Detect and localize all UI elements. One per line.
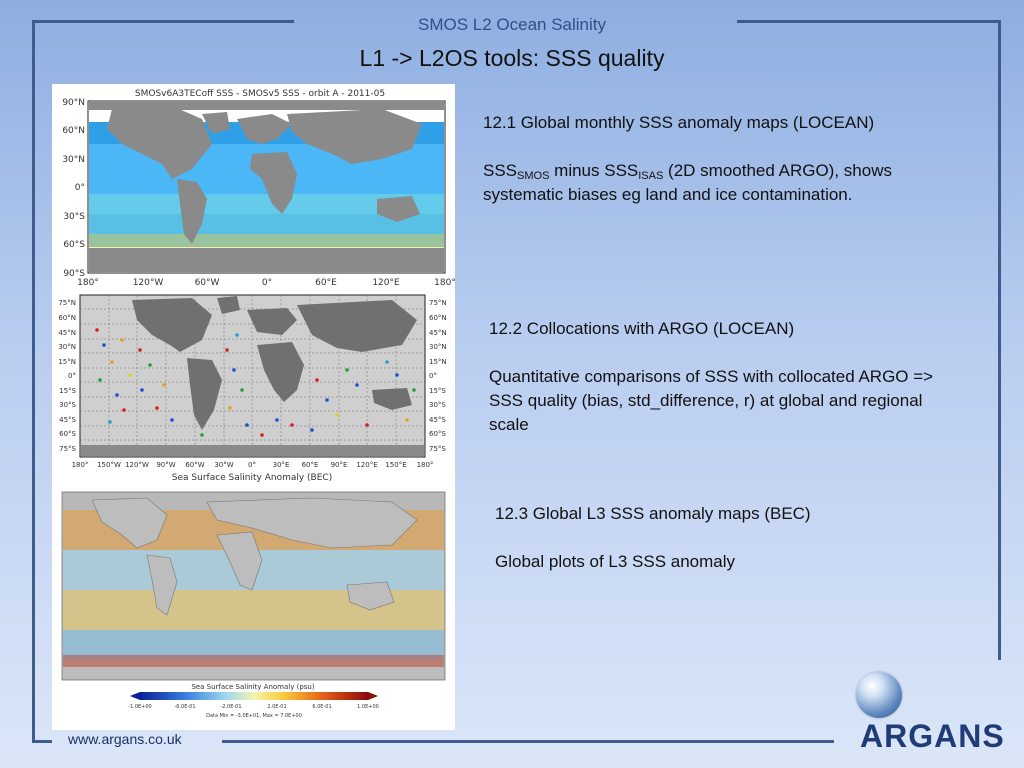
section-12-3-heading: 12.3 Global L3 SSS anomaly maps (BEC)	[495, 504, 811, 523]
map2-caption: Sea Surface Salinity Anomaly (BEC)	[172, 473, 332, 483]
map1-lon-label: 0°	[262, 278, 272, 288]
footer-url-link[interactable]: www.argans.co.uk	[68, 731, 182, 747]
map2-lon-label: 150°E	[385, 461, 406, 469]
map2-lon-label: 150°W	[97, 461, 121, 469]
map2-lon-label: 30°E	[273, 461, 290, 469]
frame-line-bottom-left	[32, 740, 52, 743]
smos-subscript: SMOS	[517, 170, 550, 182]
map2-lat-label-left: 75°N	[58, 299, 76, 307]
l3-sss-anomaly-map-figure: Sea Surface Salinity Anomaly (psu) -1.0E…	[61, 491, 446, 719]
map1-lon-label: 180°	[77, 278, 99, 288]
map2-lat-label-right: 0°	[429, 372, 437, 380]
logo-text: ARGANS	[860, 718, 1005, 754]
sss-label: SSS	[483, 161, 518, 180]
section-12-1: 12.1 Global monthly SSS anomaly maps (LO…	[483, 111, 953, 207]
map3-colorbar-tick: 2.0E-01	[267, 704, 286, 710]
map2-lat-label-left: 30°N	[58, 343, 76, 351]
map1-lat-label: 60°N	[62, 126, 85, 136]
map2-lat-label-left: 60°N	[58, 314, 76, 322]
map3-colorbar-title: Sea Surface Salinity Anomaly (psu)	[191, 683, 314, 691]
map1-lon-label: 60°E	[315, 278, 337, 288]
isas-subscript: ISAS	[638, 170, 664, 182]
map1-title: SMOSv6A3TECoff SSS - SMOSv5 SSS - orbit …	[135, 89, 385, 99]
map1-lat-label: 60°S	[63, 240, 85, 250]
globe-icon	[856, 672, 902, 718]
map2-lat-label-right: 60°N	[429, 314, 447, 322]
map2-lon-label: 60°E	[302, 461, 319, 469]
section-12-2-body: Quantitative comparisons of SSS with col…	[489, 367, 934, 434]
map2-lat-label-left: 15°N	[58, 358, 76, 366]
frame-line-bottom-mid	[222, 740, 834, 743]
map2-lat-label-right: 30°N	[429, 343, 447, 351]
map2-lat-label-right: 60°S	[429, 430, 446, 438]
map2-lon-label: 90°E	[331, 461, 348, 469]
map1-lon-label: 120°E	[372, 278, 400, 288]
minus-sss-label: minus SSS	[549, 161, 639, 180]
map2-lat-label-right: 45°S	[429, 416, 446, 424]
argo-collocation-map-figure: 75°N 60°N 45°N 30°N 15°N 0° 15°S 30°S 45…	[58, 294, 447, 483]
section-12-3: 12.3 Global L3 SSS anomaly maps (BEC) Gl…	[495, 502, 965, 574]
section-12-2-heading: 12.2 Collocations with ARGO (LOCEAN)	[489, 319, 795, 338]
map3-colorbar-tick: -6.0E-01	[174, 704, 195, 710]
section-12-1-body: SSSSMOS minus SSSISAS (2D smoothed ARGO)…	[483, 159, 953, 207]
map2-lon-label: 120°W	[125, 461, 149, 469]
map3-data-range: Data Min = -3.0E+01, Max = 7.0E+00	[206, 713, 302, 719]
section-12-1-heading: 12.1 Global monthly SSS anomaly maps (LO…	[483, 113, 875, 132]
map1-lon-label: 120°W	[133, 278, 164, 288]
map2-lat-label-right: 30°S	[429, 401, 446, 409]
map2-lat-label-left: 15°S	[59, 387, 76, 395]
map2-lat-label-left: 75°S	[59, 445, 76, 453]
map2-lon-label: 180°	[417, 461, 434, 469]
map3-colorbar-tick: 6.0E-01	[312, 704, 331, 710]
map1-lat-label: 30°N	[62, 155, 85, 165]
frame-line-left	[32, 20, 35, 742]
map2-lat-label-left: 45°N	[58, 329, 76, 337]
map1-lat-label: 90°N	[62, 98, 85, 108]
map1-lon-label: 180°	[434, 278, 455, 288]
section-12-2: 12.2 Collocations with ARGO (LOCEAN) Qua…	[489, 317, 959, 437]
map2-lon-label: 0°	[248, 461, 256, 469]
org-title: SMOS L2 Ocean Salinity	[417, 15, 607, 34]
map2-lon-label: 180°	[72, 461, 89, 469]
l3-sss-anomaly-map: Sea Surface Salinity Anomaly (psu) -1.0E…	[52, 490, 455, 730]
map2-lat-label-left: 30°S	[59, 401, 76, 409]
map3-colorbar-tick: -1.0E+00	[128, 704, 151, 710]
map2-lat-label-left: 0°	[68, 372, 76, 380]
map3-colorbar-tick: 1.0E+00	[357, 704, 379, 710]
map2-lat-label-right: 75°N	[429, 299, 447, 307]
argo-collocation-map: 75°N 60°N 45°N 30°N 15°N 0° 15°S 30°S 45…	[52, 290, 455, 490]
map2-lon-label: 90°W	[156, 461, 175, 469]
map2-lat-label-left: 60°S	[59, 430, 76, 438]
map1-lat-label: 30°S	[63, 212, 85, 222]
section-12-3-body: Global plots of L3 SSS anomaly	[495, 552, 736, 571]
slide-title: L1 -> L2OS tools: SSS quality	[359, 45, 665, 71]
map2-lat-label-left: 45°S	[59, 416, 76, 424]
sss-difference-map-figure: SMOSv6A3TECoff SSS - SMOSv5 SSS - orbit …	[62, 89, 455, 288]
map2-lat-label-right: 15°N	[429, 358, 447, 366]
map3-colorbar-tick: -2.0E-01	[220, 704, 241, 710]
map2-lon-label: 60°W	[185, 461, 204, 469]
map2-lon-label: 120°E	[356, 461, 377, 469]
frame-line-right	[998, 20, 1001, 660]
map2-lat-label-right: 15°S	[429, 387, 446, 395]
sss-difference-map: SMOSv6A3TECoff SSS - SMOSv5 SSS - orbit …	[52, 84, 455, 290]
map2-lat-label-right: 75°S	[429, 445, 446, 453]
map2-lat-label-right: 45°N	[429, 329, 447, 337]
map1-lat-label: 0°	[75, 183, 85, 193]
map1-lon-label: 60°W	[195, 278, 220, 288]
map2-lon-label: 30°W	[214, 461, 233, 469]
section-12-1-rest: (2D smoothed ARGO), shows systematic bia…	[483, 161, 892, 204]
